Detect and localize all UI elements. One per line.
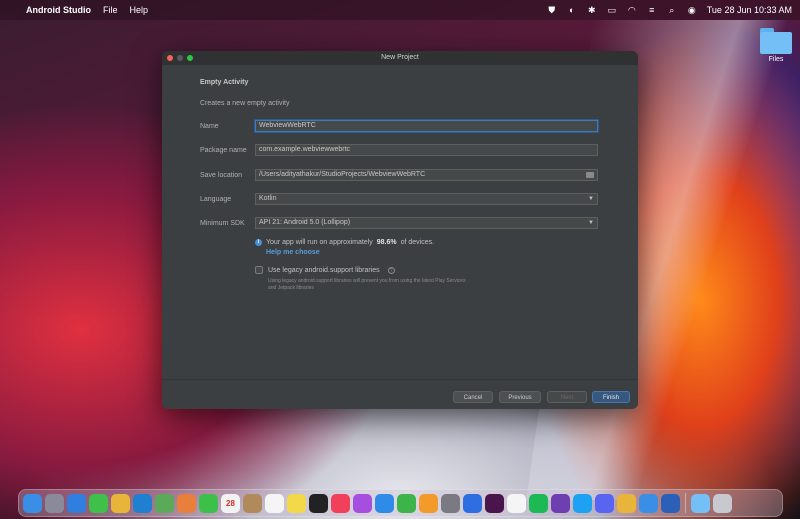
dialog-titlebar[interactable]: New Project <box>162 51 638 65</box>
minimum-sdk-label: Minimum SDK <box>200 220 245 227</box>
siri-icon[interactable]: ◉ <box>687 5 697 15</box>
zoom-window-button[interactable] <box>187 55 193 61</box>
reminders-icon[interactable] <box>265 493 284 513</box>
vpn-icon[interactable]: ◐ <box>567 5 577 15</box>
help-me-choose-link[interactable]: Help me choose <box>266 249 320 256</box>
name-field[interactable]: WebviewWebRTC <box>255 120 598 132</box>
minimum-sdk-select[interactable]: API 21: Android 5.0 (Lollipop) ▼ <box>255 217 598 229</box>
settings-icon[interactable] <box>441 493 460 513</box>
minimum-sdk-value: API 21: Android 5.0 (Lollipop) <box>259 219 351 226</box>
podcasts-icon[interactable] <box>353 493 372 513</box>
close-window-button[interactable] <box>167 55 173 61</box>
control-center-icon[interactable]: ≡ <box>647 5 657 15</box>
appstore-icon[interactable] <box>375 493 394 513</box>
new-project-dialog: New Project Empty Activity Creates a new… <box>162 51 638 409</box>
package-name-value: com.example.webviewwebrtc <box>259 146 351 153</box>
chrome3-icon[interactable] <box>639 493 658 513</box>
spotify-icon[interactable] <box>529 493 548 513</box>
messages-icon[interactable] <box>89 493 108 513</box>
finder-icon[interactable] <box>23 493 42 513</box>
coverage-prefix: Your app will run on approximately <box>266 239 373 246</box>
package-name-label: Package name <box>200 147 247 154</box>
notes-icon[interactable] <box>287 493 306 513</box>
save-location-field[interactable]: /Users/adityathakur/StudioProjects/Webvi… <box>255 169 598 181</box>
search-icon[interactable]: ⌕ <box>667 5 677 15</box>
coverage-percent: 98.6% <box>376 239 397 246</box>
contacts-icon[interactable] <box>243 493 262 513</box>
numbers-icon[interactable] <box>397 493 416 513</box>
cancel-button[interactable]: Cancel <box>453 391 493 403</box>
language-value: Kotlin <box>259 195 277 202</box>
menu-bar-status: ⛊ ◐ ✱ ▭ ◠ ≡ ⌕ ◉ Tue 28 Jun 10:33 AM <box>547 0 792 20</box>
dialog-footer: Cancel Previous Next Finish <box>162 379 638 409</box>
maps-icon[interactable] <box>155 493 174 513</box>
menu-app-name[interactable]: Android Studio <box>26 5 91 15</box>
calendar-icon[interactable]: 28 <box>221 493 240 513</box>
chevron-down-icon: ▼ <box>588 220 594 226</box>
github-icon[interactable] <box>551 493 570 513</box>
package-name-field[interactable]: com.example.webviewwebrtc <box>255 144 598 156</box>
name-field-value: WebviewWebRTC <box>259 122 316 129</box>
trash-icon[interactable] <box>713 493 732 513</box>
legacy-libraries-checkbox[interactable] <box>255 266 263 274</box>
coverage-suffix: of devices. <box>400 239 435 246</box>
legacy-libraries-checkbox-row[interactable]: Use legacy android.support libraries ? <box>255 266 395 274</box>
folder-icon <box>760 28 792 54</box>
window-controls <box>167 55 193 61</box>
legacy-libraries-note: Using legacy android.support libraries w… <box>268 278 466 291</box>
minimize-window-button[interactable] <box>177 55 183 61</box>
battery-icon[interactable]: ▭ <box>607 5 617 15</box>
section-subtitle: Creates a new empty activity <box>200 100 290 107</box>
finish-button[interactable]: Finish <box>592 391 630 403</box>
wifi-icon[interactable]: ◠ <box>627 5 637 15</box>
bluetooth-icon[interactable]: ✱ <box>587 5 597 15</box>
menu-help[interactable]: Help <box>130 5 149 15</box>
pages-icon[interactable] <box>419 493 438 513</box>
photos-icon[interactable] <box>177 493 196 513</box>
chrome2-icon[interactable] <box>617 493 636 513</box>
chrome-icon[interactable] <box>111 493 130 513</box>
dialog-title: New Project <box>381 54 419 61</box>
info-icon: i <box>255 239 262 246</box>
downloads-folder-icon[interactable] <box>691 493 710 513</box>
desktop-folder[interactable]: Files <box>758 28 794 63</box>
safari-icon[interactable] <box>67 493 86 513</box>
language-label: Language <box>200 196 232 203</box>
discord-icon[interactable] <box>595 493 614 513</box>
section-title: Empty Activity <box>200 79 249 86</box>
launchpad-icon[interactable] <box>45 493 64 513</box>
appletv-icon[interactable] <box>309 493 328 513</box>
word-icon[interactable] <box>661 493 680 513</box>
xcode-icon[interactable] <box>463 493 482 513</box>
save-location-label: Save location <box>200 172 243 179</box>
next-button[interactable]: Next <box>547 391 587 403</box>
facetime-icon[interactable] <box>199 493 218 513</box>
device-coverage-info: i Your app will run on approximately 98.… <box>255 239 434 246</box>
question-icon[interactable]: ? <box>387 266 395 274</box>
vscode-icon[interactable] <box>133 493 152 513</box>
notion-icon[interactable] <box>507 493 526 513</box>
desktop-folder-label: Files <box>768 56 784 63</box>
legacy-libraries-label[interactable]: Use legacy android.support libraries <box>268 267 380 274</box>
dock-separator <box>685 493 686 513</box>
slack-icon[interactable] <box>485 493 504 513</box>
language-select[interactable]: Kotlin ▼ <box>255 193 598 205</box>
twitter-icon[interactable] <box>573 493 592 513</box>
chevron-down-icon: ▼ <box>588 196 594 202</box>
previous-button[interactable]: Previous <box>499 391 541 403</box>
dock: 28 <box>18 489 783 517</box>
menu-file[interactable]: File <box>103 5 118 15</box>
music-icon[interactable] <box>331 493 350 513</box>
menu-bar: Android Studio File Help ⛊ ◐ ✱ ▭ ◠ ≡ ⌕ ◉… <box>0 0 800 20</box>
browse-folder-icon[interactable] <box>586 172 594 178</box>
shield-icon[interactable]: ⛊ <box>547 5 557 15</box>
clock[interactable]: Tue 28 Jun 10:33 AM <box>707 5 792 15</box>
name-label: Name <box>200 123 219 130</box>
save-location-value: /Users/adityathakur/StudioProjects/Webvi… <box>259 171 426 178</box>
